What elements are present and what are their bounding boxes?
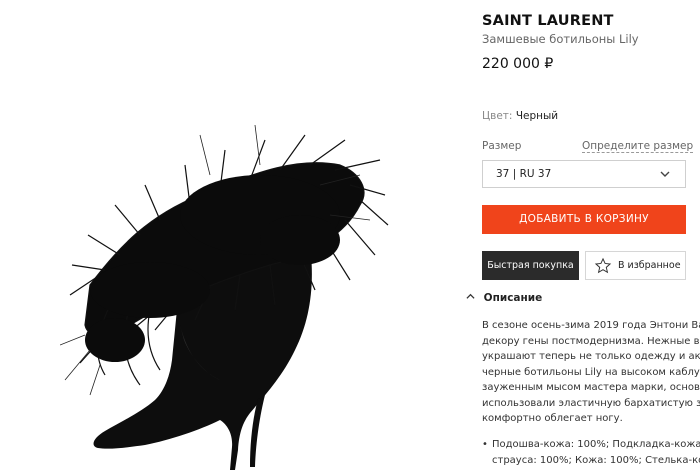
color-label: Цвет: bbox=[482, 110, 513, 122]
size-label: Размер bbox=[482, 140, 522, 152]
list-item: • Подошва-кожа: 100%; Подкладка-кожа bbox=[482, 439, 700, 450]
color-row: Цвет: Черный bbox=[482, 110, 558, 122]
quick-buy-button[interactable]: Быстрая покупка bbox=[482, 251, 579, 280]
description-line: декору гены постмодернизма. Нежные во bbox=[482, 335, 700, 347]
ankle-boot-image bbox=[60, 124, 389, 470]
chevron-down-icon bbox=[660, 171, 670, 177]
wishlist-button[interactable]: В избранное bbox=[585, 251, 686, 280]
caret-up-icon bbox=[466, 292, 480, 304]
brand-name[interactable]: SAINT LAURENT bbox=[482, 13, 614, 29]
star-outline-icon bbox=[594, 257, 612, 274]
product-model: Замшевые ботильоны Lily bbox=[482, 32, 639, 46]
size-select[interactable]: 37 | RU 37 bbox=[482, 160, 686, 188]
wishlist-label: В избранное bbox=[618, 260, 681, 271]
size-guide-link[interactable]: Определите размер bbox=[582, 140, 694, 153]
product-price: 220 000 ₽ bbox=[482, 56, 554, 72]
size-header: Размер Определите размер bbox=[482, 140, 700, 153]
composition-line: страуса: 100%; Кожа: 100%; Стелька-кож bbox=[492, 454, 700, 466]
description-heading: Описание bbox=[483, 292, 543, 304]
list-item: страуса: 100%; Кожа: 100%; Стелька-кож bbox=[482, 453, 700, 469]
description-toggle[interactable]: Описание bbox=[466, 292, 542, 304]
size-select-value: 37 | RU 37 bbox=[496, 168, 552, 180]
composition-line: Подошва-кожа: 100%; Подкладка-кожа bbox=[492, 439, 700, 450]
description-line: зауженным мысом мастера марки, основа bbox=[482, 382, 700, 393]
description-line: комфортно облегает ногу. bbox=[482, 413, 623, 424]
description-line: использовали эластичную бархатистую за bbox=[482, 397, 700, 409]
color-value: Черный bbox=[515, 110, 559, 122]
add-to-cart-button[interactable]: ДОБАВИТЬ В КОРЗИНУ bbox=[482, 205, 686, 234]
description-line: черные ботильоны Lily на высоком каблук bbox=[482, 366, 700, 378]
description-text: В сезоне осень-зима 2019 года Энтони Ва … bbox=[482, 318, 700, 427]
description-line: В сезоне осень-зима 2019 года Энтони Ва bbox=[482, 320, 700, 331]
composition-list: • Подошва-кожа: 100%; Подкладка-кожа стра… bbox=[482, 437, 700, 468]
product-info-panel: SAINT LAURENT Замшевые ботильоны Lily 22… bbox=[466, 0, 700, 471]
description-line: украшают теперь не только одежду и аксе bbox=[482, 351, 700, 362]
product-image[interactable] bbox=[0, 0, 470, 471]
